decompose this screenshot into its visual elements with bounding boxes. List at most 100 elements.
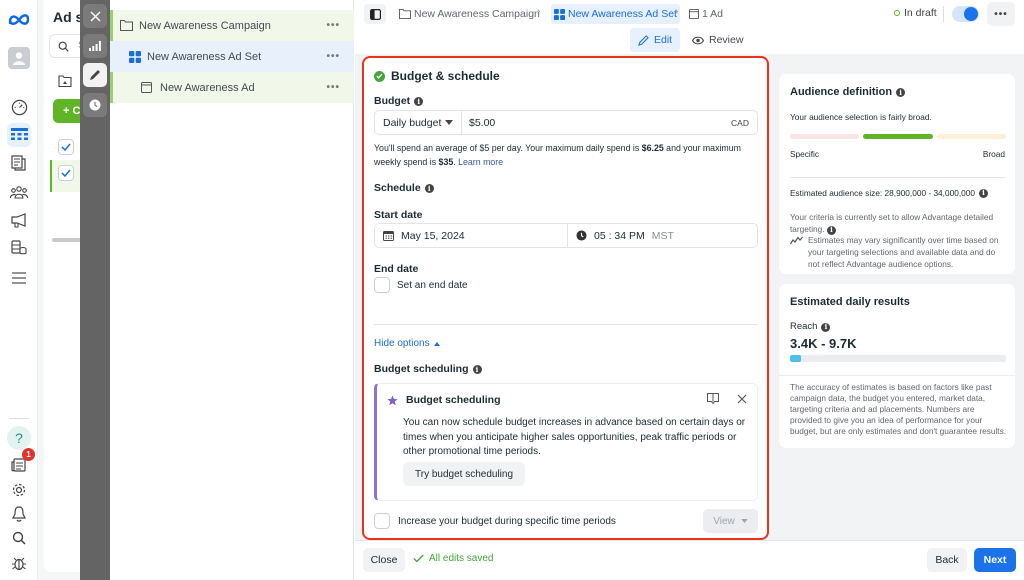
bug-icon[interactable] <box>7 551 31 575</box>
tab-edit[interactable]: Edit <box>630 28 681 52</box>
info-icon[interactable]: i <box>414 96 424 106</box>
edit-mode-button[interactable] <box>83 63 107 87</box>
promo-title-text: Budget scheduling <box>406 394 501 406</box>
promo-title: Budget scheduling <box>387 394 501 406</box>
budget-type-dropdown[interactable]: Daily budget <box>375 111 462 134</box>
start-date-label: Start date <box>374 209 422 221</box>
reach-value: 3.4K - 9.7K <box>790 336 857 351</box>
currency-text: CAD <box>731 117 749 128</box>
section-divider <box>374 324 758 325</box>
info-icon[interactable]: i <box>472 364 482 374</box>
adset-grid-icon <box>129 50 141 63</box>
check-icon <box>413 554 424 563</box>
meter-segment-specific <box>790 134 860 139</box>
toggle-sidebar-button[interactable] <box>364 4 386 24</box>
estimates-disclaimer: The accuracy of estimates is based on fa… <box>790 382 1007 436</box>
try-budget-scheduling-button[interactable]: Try budget scheduling <box>403 462 526 486</box>
budget-helper-text: You'll spend an average of $5 per day. Y… <box>374 141 754 169</box>
audience-definition-card: Audience definition i Your audience sele… <box>779 74 1015 274</box>
complete-check-icon <box>374 70 385 82</box>
campaigns-table-icon[interactable] <box>7 123 31 147</box>
chevron-right-icon: › <box>675 6 679 17</box>
tree-item-campaign[interactable]: New Awareness Campaign ••• <box>110 10 354 41</box>
breadcrumb-label: New Awareness Campaign <box>414 8 540 20</box>
learn-more-link[interactable]: Learn more <box>458 157 503 167</box>
campaign-more-button[interactable]: ••• <box>326 20 340 31</box>
pages-icon[interactable] <box>7 151 31 175</box>
audience-breadth-meter <box>790 134 1006 139</box>
tab-review[interactable]: Review <box>684 28 751 52</box>
start-date-value: May 15, 2024 <box>401 229 465 242</box>
row-checkbox[interactable] <box>58 165 74 181</box>
billing-icon[interactable] <box>7 236 31 260</box>
feedback-book-icon[interactable] <box>707 393 719 404</box>
megaphone-icon[interactable] <box>7 208 31 232</box>
label-text: Start date <box>374 209 423 221</box>
ad-name: New Awareness Ad <box>160 81 255 94</box>
budget-label: Budget i <box>374 95 424 107</box>
news-icon[interactable]: 1 <box>7 448 35 477</box>
dashboard-icon[interactable] <box>7 95 31 119</box>
next-button[interactable]: Next <box>974 548 1016 572</box>
hide-options-link[interactable]: Hide options <box>374 338 440 349</box>
close-editor-button[interactable] <box>83 4 107 28</box>
calendar-icon <box>383 231 394 241</box>
start-date-field: May 15, 2024 05 : 34 PM MST <box>374 223 758 248</box>
dismiss-icon[interactable] <box>737 394 747 404</box>
scale-left-label: Specific <box>790 149 820 159</box>
menu-icon[interactable] <box>7 266 31 290</box>
info-icon[interactable]: i <box>978 188 988 198</box>
estimated-daily-results-card: Estimated daily results Reach i 3.4K - 9… <box>779 284 1015 448</box>
campaign-tree-panel: New Awareness Campaign ••• New Awareness… <box>110 0 354 580</box>
global-nav-rail: ? 1 <box>0 0 38 580</box>
draft-status: In draft <box>894 7 937 19</box>
eye-icon <box>692 36 704 44</box>
folder-icon <box>399 9 411 19</box>
info-icon[interactable]: i <box>821 322 831 332</box>
search-icon[interactable] <box>7 526 31 550</box>
back-button[interactable]: Back <box>927 548 967 572</box>
budget-amount-input[interactable]: $5.00 <box>462 111 731 134</box>
end-date-checkbox-row[interactable]: Set an end date <box>374 277 468 293</box>
tree-item-ad[interactable]: New Awareness Ad ••• <box>110 72 354 103</box>
notifications-icon[interactable] <box>7 502 31 526</box>
end-date-checkbox[interactable] <box>374 277 390 293</box>
bar-chart-icon <box>89 41 101 51</box>
info-icon[interactable]: i <box>896 87 906 97</box>
ad-more-button[interactable]: ••• <box>326 82 340 93</box>
increase-budget-checkbox[interactable] <box>374 513 390 529</box>
charts-button[interactable] <box>83 34 107 58</box>
start-time-input[interactable]: 05 : 34 PM MST <box>568 224 757 247</box>
ad-icon <box>689 9 699 19</box>
help-icon[interactable]: ? <box>7 426 31 450</box>
view-dropdown-button[interactable]: View <box>703 509 758 533</box>
breadcrumb-adset[interactable]: New Awareness Ad Set <box>551 4 680 24</box>
folder-icon[interactable] <box>53 70 77 92</box>
row-checkbox[interactable] <box>58 139 74 155</box>
rail-divider <box>9 418 29 419</box>
promo-actions <box>707 393 747 404</box>
settings-icon[interactable] <box>7 478 31 502</box>
breadcrumb-label: New Awareness Ad Set <box>568 8 677 20</box>
card-divider <box>779 375 1015 376</box>
fluctuation-icon <box>790 236 803 245</box>
adset-name: New Awareness Ad Set <box>147 50 262 63</box>
caret-up-icon <box>433 341 440 346</box>
audiences-icon[interactable] <box>7 180 31 204</box>
budget-type-value: Daily budget <box>383 116 442 129</box>
adset-on-off-toggle[interactable] <box>952 6 979 22</box>
start-date-input[interactable]: May 15, 2024 <box>375 224 568 247</box>
notification-badge: 1 <box>22 448 35 461</box>
meta-logo-icon[interactable] <box>7 8 31 32</box>
breadcrumb-ads[interactable]: 1 Ad <box>689 4 723 24</box>
more-options-button[interactable]: ••• <box>987 2 1015 26</box>
tree-item-adset[interactable]: New Awareness Ad Set ••• <box>110 41 354 72</box>
folder-icon <box>120 20 133 31</box>
adset-more-button[interactable]: ••• <box>326 51 340 62</box>
close-button[interactable]: Close <box>363 548 405 572</box>
account-avatar[interactable] <box>8 47 30 69</box>
breadcrumb-campaign[interactable]: New Awareness Campaign <box>399 4 540 24</box>
info-icon[interactable]: i <box>424 183 434 193</box>
history-button[interactable] <box>83 93 107 117</box>
view-label: View <box>713 515 735 527</box>
